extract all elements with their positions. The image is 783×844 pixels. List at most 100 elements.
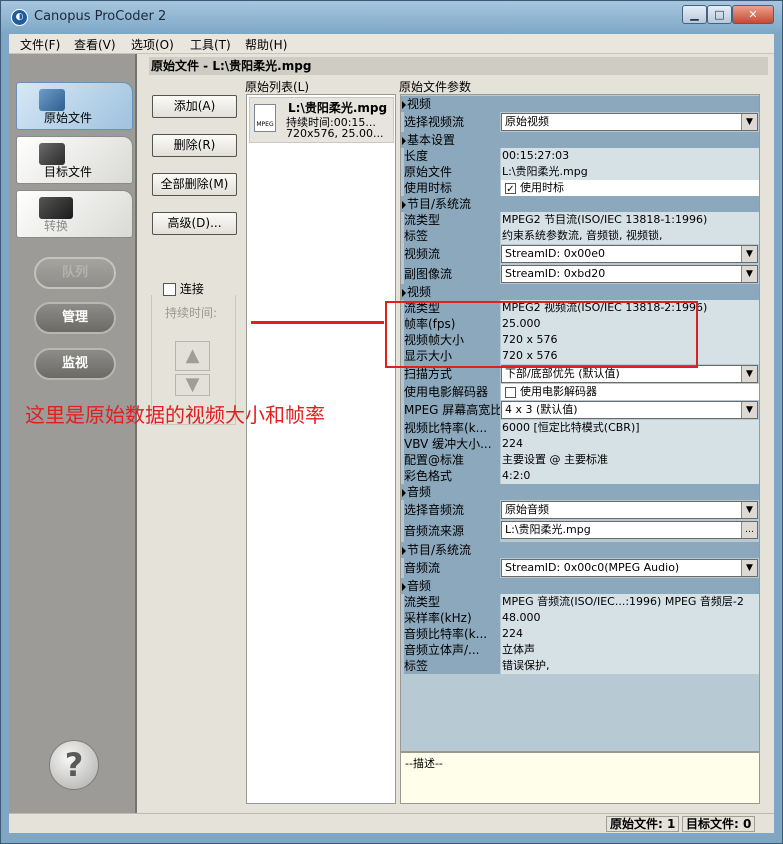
- param-dropdown[interactable]: 原始音频 ▼: [501, 501, 758, 519]
- queue-button[interactable]: 队列: [34, 257, 116, 289]
- param-checkbox-cell[interactable]: ✓ 使用时标: [501, 180, 759, 196]
- param-row[interactable]: 使用时标 ✓ 使用时标: [401, 180, 759, 196]
- file-icon-label: MPEG: [256, 121, 274, 128]
- maximize-button[interactable]: □: [707, 5, 732, 24]
- param-dropdown[interactable]: StreamID: 0xbd20 ▼: [501, 265, 758, 283]
- delete-all-button[interactable]: 全部删除(M): [152, 173, 237, 196]
- section-marker-icon: [402, 101, 406, 109]
- join-label: 连接: [179, 282, 204, 296]
- close-button[interactable]: ✕: [732, 5, 774, 24]
- browse-button[interactable]: …: [741, 522, 757, 538]
- param-section-header: 节目/系统流: [401, 196, 759, 212]
- nav-target-label: 目标文件: [44, 165, 93, 179]
- manage-button[interactable]: 管理: [34, 302, 116, 334]
- left-nav: 原始文件 目标文件 转换 队列 管理 监视 ?: [9, 54, 137, 833]
- move-up-button[interactable]: ▲: [175, 341, 210, 371]
- param-key: 副图像流: [404, 264, 500, 284]
- param-key: 流类型: [404, 212, 500, 228]
- menu-tools[interactable]: 工具(T): [190, 36, 231, 53]
- param-key: 视频流: [404, 244, 500, 264]
- delete-button[interactable]: 删除(R): [152, 134, 237, 157]
- folder-icon: [39, 89, 65, 111]
- description-box: --描述--: [400, 752, 760, 804]
- list-item[interactable]: MPEG L:\贵阳柔光.mpg 持续时间:00:15... 720x576, …: [249, 97, 394, 143]
- status-target-count: 目标文件: 0: [682, 816, 756, 832]
- chevron-down-icon[interactable]: ▼: [741, 560, 757, 576]
- section-marker-icon: [402, 137, 406, 145]
- title-bar[interactable]: ◐ Canopus ProCoder 2 ▁ □ ✕: [1, 1, 782, 33]
- menu-options[interactable]: 选项(O): [131, 36, 174, 53]
- param-checkbox-label: 使用电影解码器: [520, 385, 597, 398]
- move-down-button[interactable]: ▼: [175, 374, 210, 396]
- param-row[interactable]: 音频流 StreamID: 0x00c0(MPEG Audio) ▼: [401, 558, 759, 578]
- param-key: 采样率(kHz): [404, 610, 500, 626]
- param-row[interactable]: 视频流 StreamID: 0x00e0 ▼: [401, 244, 759, 264]
- param-row[interactable]: 选择视频流 原始视频 ▼: [401, 112, 759, 132]
- nav-convert[interactable]: 转换: [16, 190, 133, 238]
- param-key: 音频流: [404, 558, 500, 578]
- nav-target-file[interactable]: 目标文件: [16, 136, 133, 184]
- menu-view[interactable]: 查看(V): [74, 36, 116, 53]
- section-marker-icon: [402, 547, 406, 555]
- file-size: 720x576, 25.00...: [286, 127, 384, 140]
- section-marker-icon: [402, 489, 406, 497]
- param-checkbox-cell[interactable]: 使用电影解码器: [501, 384, 759, 400]
- param-row[interactable]: 使用电影解码器 使用电影解码器: [401, 384, 759, 400]
- section-label: 音频: [407, 485, 432, 499]
- param-checkbox[interactable]: [505, 386, 516, 398]
- add-button[interactable]: 添加(A): [152, 95, 237, 118]
- monitor-button[interactable]: 监视: [34, 348, 116, 380]
- chevron-down-icon[interactable]: ▼: [741, 366, 757, 382]
- param-dropdown[interactable]: 4 x 3 (默认值) ▼: [501, 401, 758, 419]
- param-key: 标签: [404, 658, 500, 674]
- param-section-header: 音频: [401, 578, 759, 594]
- param-dropdown[interactable]: StreamID: 0x00c0(MPEG Audio) ▼: [501, 559, 758, 577]
- param-row: 彩色格式 4:2:0: [401, 468, 759, 484]
- param-value: 48.000: [501, 610, 759, 626]
- path-header: 原始文件 - L:\贵阳柔光.mpg: [149, 57, 768, 75]
- param-row[interactable]: 副图像流 StreamID: 0xbd20 ▼: [401, 264, 759, 284]
- chevron-down-icon[interactable]: ▼: [741, 266, 757, 282]
- section-marker-icon: [402, 201, 406, 209]
- param-dropdown-value: StreamID: 0x00c0(MPEG Audio): [505, 561, 680, 574]
- param-value: 00:15:27:03: [501, 148, 759, 164]
- param-row[interactable]: 音频流来源 L:\贵阳柔光.mpg…: [401, 520, 759, 542]
- menu-help[interactable]: 帮助(H): [245, 36, 287, 53]
- section-label: 视频: [407, 97, 432, 111]
- param-path-field[interactable]: L:\贵阳柔光.mpg…: [501, 521, 758, 539]
- nav-source-label: 原始文件: [44, 111, 93, 125]
- param-value: 6000 [恒定比特模式(CBR)]: [501, 420, 759, 436]
- param-row[interactable]: MPEG 屏幕高宽比 4 x 3 (默认值) ▼: [401, 400, 759, 420]
- advanced-button[interactable]: 高级(D)...: [152, 212, 237, 235]
- chevron-down-icon[interactable]: ▼: [741, 114, 757, 130]
- param-value: 224: [501, 436, 759, 452]
- param-key: 配置@标准: [404, 452, 500, 468]
- param-row: 流类型 MPEG2 节目流(ISO/IEC 13818-1:1996): [401, 212, 759, 228]
- nav-source-file[interactable]: 原始文件: [16, 82, 133, 130]
- param-checkbox-label: 使用时标: [520, 181, 564, 194]
- source-params-grid[interactable]: 视频 选择视频流 原始视频 ▼ 基本设置 长度 00:15:27:03 原始文件 L:\贵阳柔光…: [400, 94, 760, 752]
- param-key: 流类型: [404, 594, 500, 610]
- help-icon[interactable]: ?: [49, 740, 99, 790]
- chevron-down-icon[interactable]: ▼: [741, 402, 757, 418]
- param-dropdown[interactable]: 原始视频 ▼: [501, 113, 758, 131]
- app-icon[interactable]: ◐: [11, 9, 28, 26]
- param-dropdown-value: 下部/底部优先 (默认值): [505, 367, 620, 380]
- param-row: 标签 错误保护,: [401, 658, 759, 674]
- chevron-down-icon[interactable]: ▼: [741, 502, 757, 518]
- section-label: 基本设置: [407, 133, 456, 147]
- video-file-icon: MPEG: [254, 104, 276, 132]
- param-key: 长度: [404, 148, 500, 164]
- menu-file[interactable]: 文件(F): [20, 36, 60, 53]
- param-checkbox[interactable]: ✓: [505, 182, 516, 195]
- param-dropdown[interactable]: StreamID: 0x00e0 ▼: [501, 245, 758, 263]
- source-file-list[interactable]: MPEG L:\贵阳柔光.mpg 持续时间:00:15... 720x576, …: [246, 94, 396, 804]
- param-section-header: 视频: [401, 284, 759, 300]
- param-section-header: 视频: [401, 96, 759, 112]
- param-row[interactable]: 选择音频流 原始音频 ▼: [401, 500, 759, 520]
- minimize-button[interactable]: ▁: [682, 5, 707, 24]
- param-row: 视频比特率(k... 6000 [恒定比特模式(CBR)]: [401, 420, 759, 436]
- chevron-down-icon[interactable]: ▼: [741, 246, 757, 262]
- annotation-text: 这里是原始数据的视频大小和帧率: [25, 403, 325, 427]
- status-source-count: 原始文件: 1: [606, 816, 680, 832]
